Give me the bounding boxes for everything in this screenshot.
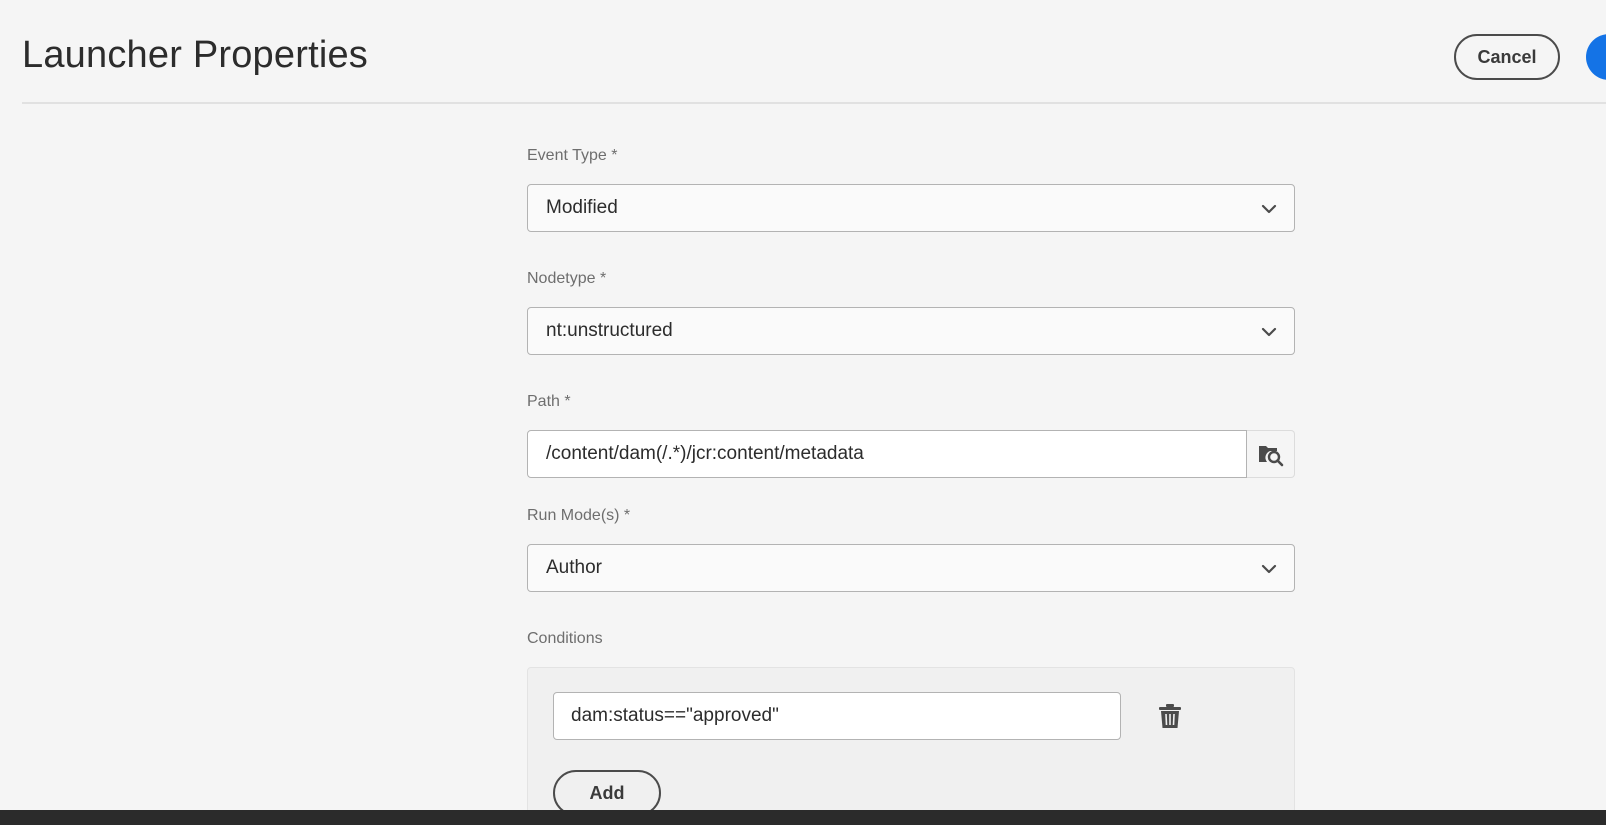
- taskbar: [0, 810, 1606, 825]
- run-modes-label: Run Mode(s) *: [527, 507, 631, 524]
- run-modes-value: Author: [546, 557, 602, 578]
- conditions-label: Conditions: [527, 630, 603, 647]
- path-input[interactable]: /content/dam(/.*)/jcr:content/metadata: [527, 430, 1247, 478]
- page-header: Launcher Properties Cancel: [0, 0, 1606, 104]
- cancel-button[interactable]: Cancel: [1454, 34, 1560, 80]
- header-divider: [22, 102, 1606, 104]
- path-browse-button[interactable]: [1247, 430, 1295, 478]
- path-label: Path *: [527, 393, 571, 410]
- chevron-down-icon: [1261, 327, 1277, 337]
- nodetype-label: Nodetype *: [527, 270, 607, 287]
- page-title: Launcher Properties: [22, 34, 369, 76]
- event-type-select[interactable]: Modified: [527, 184, 1295, 232]
- trash-icon: [1159, 704, 1181, 728]
- delete-condition-button[interactable]: [1156, 702, 1184, 730]
- nodetype-select[interactable]: nt:unstructured: [527, 307, 1295, 355]
- event-type-value: Modified: [546, 197, 618, 218]
- conditions-panel: dam:status=="approved" Add: [527, 667, 1295, 825]
- condition-value: dam:status=="approved": [571, 705, 779, 726]
- event-type-label: Event Type *: [527, 147, 618, 164]
- nodetype-value: nt:unstructured: [546, 320, 673, 341]
- condition-input[interactable]: dam:status=="approved": [553, 692, 1121, 740]
- chevron-down-icon: [1261, 204, 1277, 214]
- path-value: /content/dam(/.*)/jcr:content/metadata: [546, 443, 864, 464]
- launcher-properties-page: Launcher Properties Cancel Event Type * …: [0, 0, 1606, 825]
- done-button[interactable]: [1586, 34, 1606, 80]
- chevron-down-icon: [1261, 564, 1277, 574]
- run-modes-select[interactable]: Author: [527, 544, 1295, 592]
- folder-search-icon: [1258, 446, 1283, 467]
